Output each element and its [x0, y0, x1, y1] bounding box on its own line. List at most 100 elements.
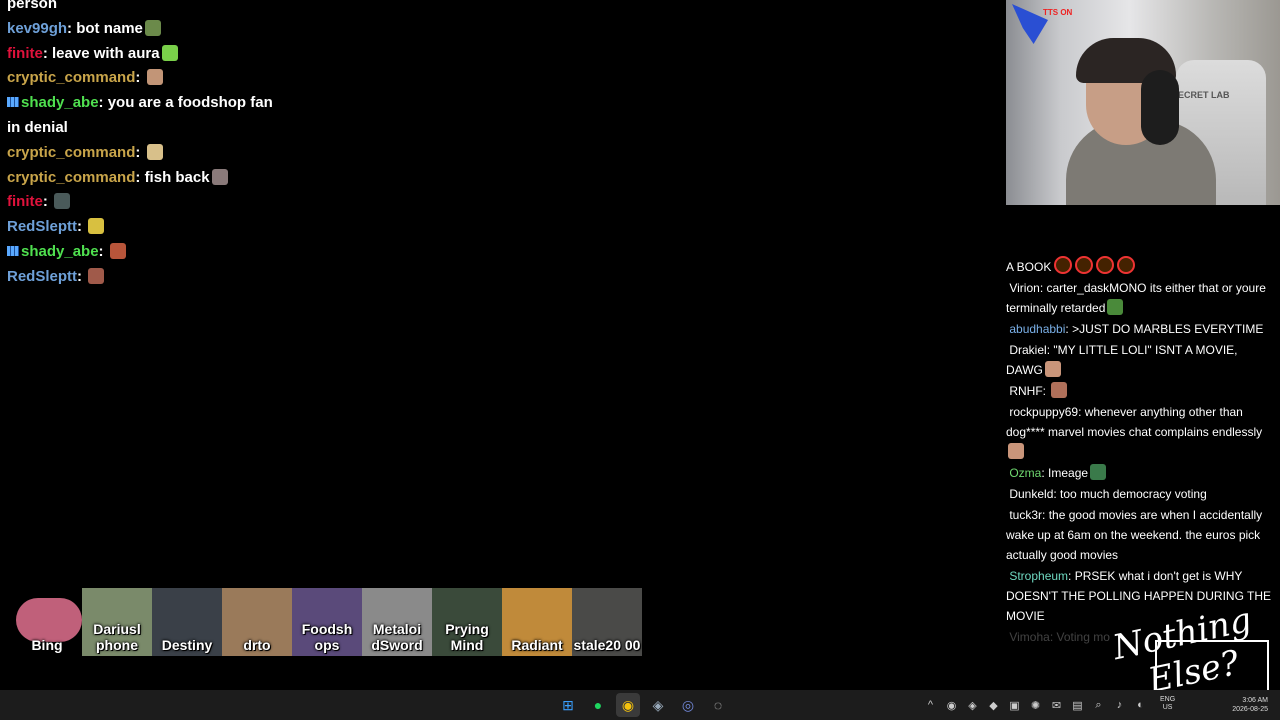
participant-tile[interactable]: Bing: [12, 588, 82, 656]
chat-username: Virion: [1009, 281, 1040, 295]
participant-tile[interactable]: Prying Mind: [432, 588, 502, 656]
chat-line: finite: leave with aura: [7, 42, 327, 67]
left-chat-overlay: person kev99gh: bot name finite: leave wit…: [7, 0, 327, 290]
participant-tiles: Bing Dariusl phone Destiny drto Foodsh ops Me…: [12, 588, 642, 656]
lang-region: US: [1162, 704, 1173, 711]
network-icon[interactable]: ◐: [1132, 697, 1149, 714]
steam-tray-icon[interactable]: ◈: [964, 697, 981, 714]
emote-icon: [88, 267, 105, 284]
shield-icon[interactable]: ◆: [985, 697, 1002, 714]
chat-colon: :: [77, 218, 87, 236]
chat-line: RedSleptt:: [7, 215, 327, 240]
participant-tile[interactable]: drto: [222, 588, 292, 656]
chat-colon: :: [1049, 630, 1057, 644]
chat-line: cryptic_command:: [7, 66, 327, 91]
emote-icon: [146, 69, 163, 86]
emote-icon: [211, 168, 228, 185]
steam-icon[interactable]: ◈: [646, 693, 670, 717]
chat-colon: :: [1078, 405, 1085, 419]
lang-code: ENG: [1160, 696, 1176, 703]
participant-tile[interactable]: Foodsh ops: [292, 588, 362, 656]
participant-name: drto: [243, 637, 271, 653]
spotify-icon[interactable]: ●: [586, 693, 610, 717]
chat-line: shady_abe: you are a foodshop fan: [7, 91, 327, 116]
participant-name: Metaloi dSword: [371, 621, 423, 653]
participant-name: stale20 00: [573, 637, 641, 653]
mail-icon[interactable]: ✉: [1048, 697, 1065, 714]
chat-colon: :: [135, 69, 145, 87]
chat-line: person: [7, 0, 327, 17]
participant-tile[interactable]: Radiant: [502, 588, 572, 656]
chair-brand-text: ECRET LAB: [1178, 90, 1230, 100]
chrome-icon[interactable]: ◉: [616, 693, 640, 717]
chat-username: Drakiel: [1009, 343, 1047, 357]
language-indicator[interactable]: ENG US: [1160, 696, 1175, 712]
subscriber-badge-icon: [7, 97, 19, 108]
chat-line: finite:: [7, 190, 327, 215]
chat-username: kev99gh: [7, 19, 68, 37]
webcam-feed: ECRET LAB TTS ON: [1006, 0, 1280, 205]
chat-message: tuck3r: the good movies are when I accid…: [1006, 505, 1274, 565]
chat-message-text: person: [7, 0, 58, 12]
chat-message-text: you are a foodshop fan: [107, 94, 273, 112]
chat-username: Ozma: [1009, 466, 1042, 480]
taskbar-apps: ⊞ ● ◉ ◈ ◎ ◌: [556, 690, 730, 720]
chat-colon: :: [135, 168, 145, 186]
participant-tile[interactable]: Metaloi dSword: [362, 588, 432, 656]
chat-message-text: Imeage: [1048, 466, 1089, 480]
chat-message: Dunkeld: too much democracy voting: [1006, 484, 1274, 504]
chat-username: finite: [7, 193, 43, 211]
circle-emote-icon: [1075, 256, 1094, 274]
participant-tile[interactable]: stale20 00: [572, 588, 642, 656]
chrome-tray-icon[interactable]: ◉: [943, 697, 960, 714]
chat-colon: :: [135, 143, 145, 161]
emote-icon: [88, 218, 105, 235]
chat-username: shady_abe: [21, 242, 99, 260]
chat-line: in denial: [7, 116, 327, 141]
clock-date: 2026-08-25: [1232, 706, 1268, 713]
openai-icon[interactable]: ✺: [1027, 697, 1044, 714]
tray-app-icon[interactable]: ▤: [1069, 697, 1086, 714]
chevron-up-icon[interactable]: ^: [922, 697, 939, 714]
chat-username: Vimoha: [1009, 630, 1050, 644]
chat-message-text: in denial: [7, 118, 68, 136]
obs-icon[interactable]: ◌: [706, 693, 730, 717]
chat-message: RNHF:: [1006, 381, 1274, 401]
search-tray-icon[interactable]: ⌕: [1090, 697, 1107, 714]
discord-icon[interactable]: ◎: [676, 693, 700, 717]
emote-icon: [1107, 299, 1124, 315]
circle-emote-icon: [1096, 256, 1115, 274]
circle-emote-icon: [1117, 256, 1136, 274]
chat-username: cryptic_command: [7, 69, 136, 87]
participant-name: Bing: [31, 637, 63, 653]
chat-message: Drakiel: "MY LITTLE LOLI" ISNT A MOVIE, …: [1006, 340, 1274, 380]
folder-icon[interactable]: ▣: [1006, 697, 1023, 714]
chat-colon: :: [42, 44, 53, 62]
headset: [1141, 70, 1179, 145]
circle-emote-icon: [1054, 256, 1073, 274]
tts-label: TTS ON: [1043, 8, 1073, 17]
chat-username: tuck3r: [1009, 508, 1043, 522]
emote-icon: [1090, 464, 1107, 480]
chat-username: RedSleptt: [7, 218, 78, 236]
system-tray: ^ ◉ ◈ ◆ ▣ ✺ ✉ ▤ ⌕ ♪ ◐: [922, 690, 1149, 720]
chat-line: shady_abe:: [7, 240, 327, 265]
microphone-icon[interactable]: ♪: [1111, 697, 1128, 714]
clock-time: 3:06 AM: [1242, 697, 1268, 704]
chat-line: cryptic_command: fish back: [7, 166, 327, 191]
participant-tile[interactable]: Dariusl phone: [82, 588, 152, 656]
chat-colon: :: [98, 242, 108, 260]
chat-line: RedSleptt:: [7, 265, 327, 290]
chat-username: shady_abe: [21, 94, 99, 112]
clock[interactable]: 3:06 AM 2026-08-25: [1232, 696, 1268, 714]
bing-avatar-icon: [16, 598, 82, 642]
chat-line: kev99gh: bot name: [7, 17, 327, 42]
participant-tile[interactable]: Destiny: [152, 588, 222, 656]
chat-line: cryptic_command:: [7, 141, 327, 166]
chat-username: Dunkeld: [1009, 487, 1054, 501]
emote-icon: [144, 19, 161, 36]
windows-start-icon[interactable]: ⊞: [556, 693, 580, 717]
chat-colon: :: [1042, 508, 1049, 522]
emote-icon: [1008, 443, 1024, 459]
chat-message-text: A BOOK: [1006, 260, 1052, 274]
